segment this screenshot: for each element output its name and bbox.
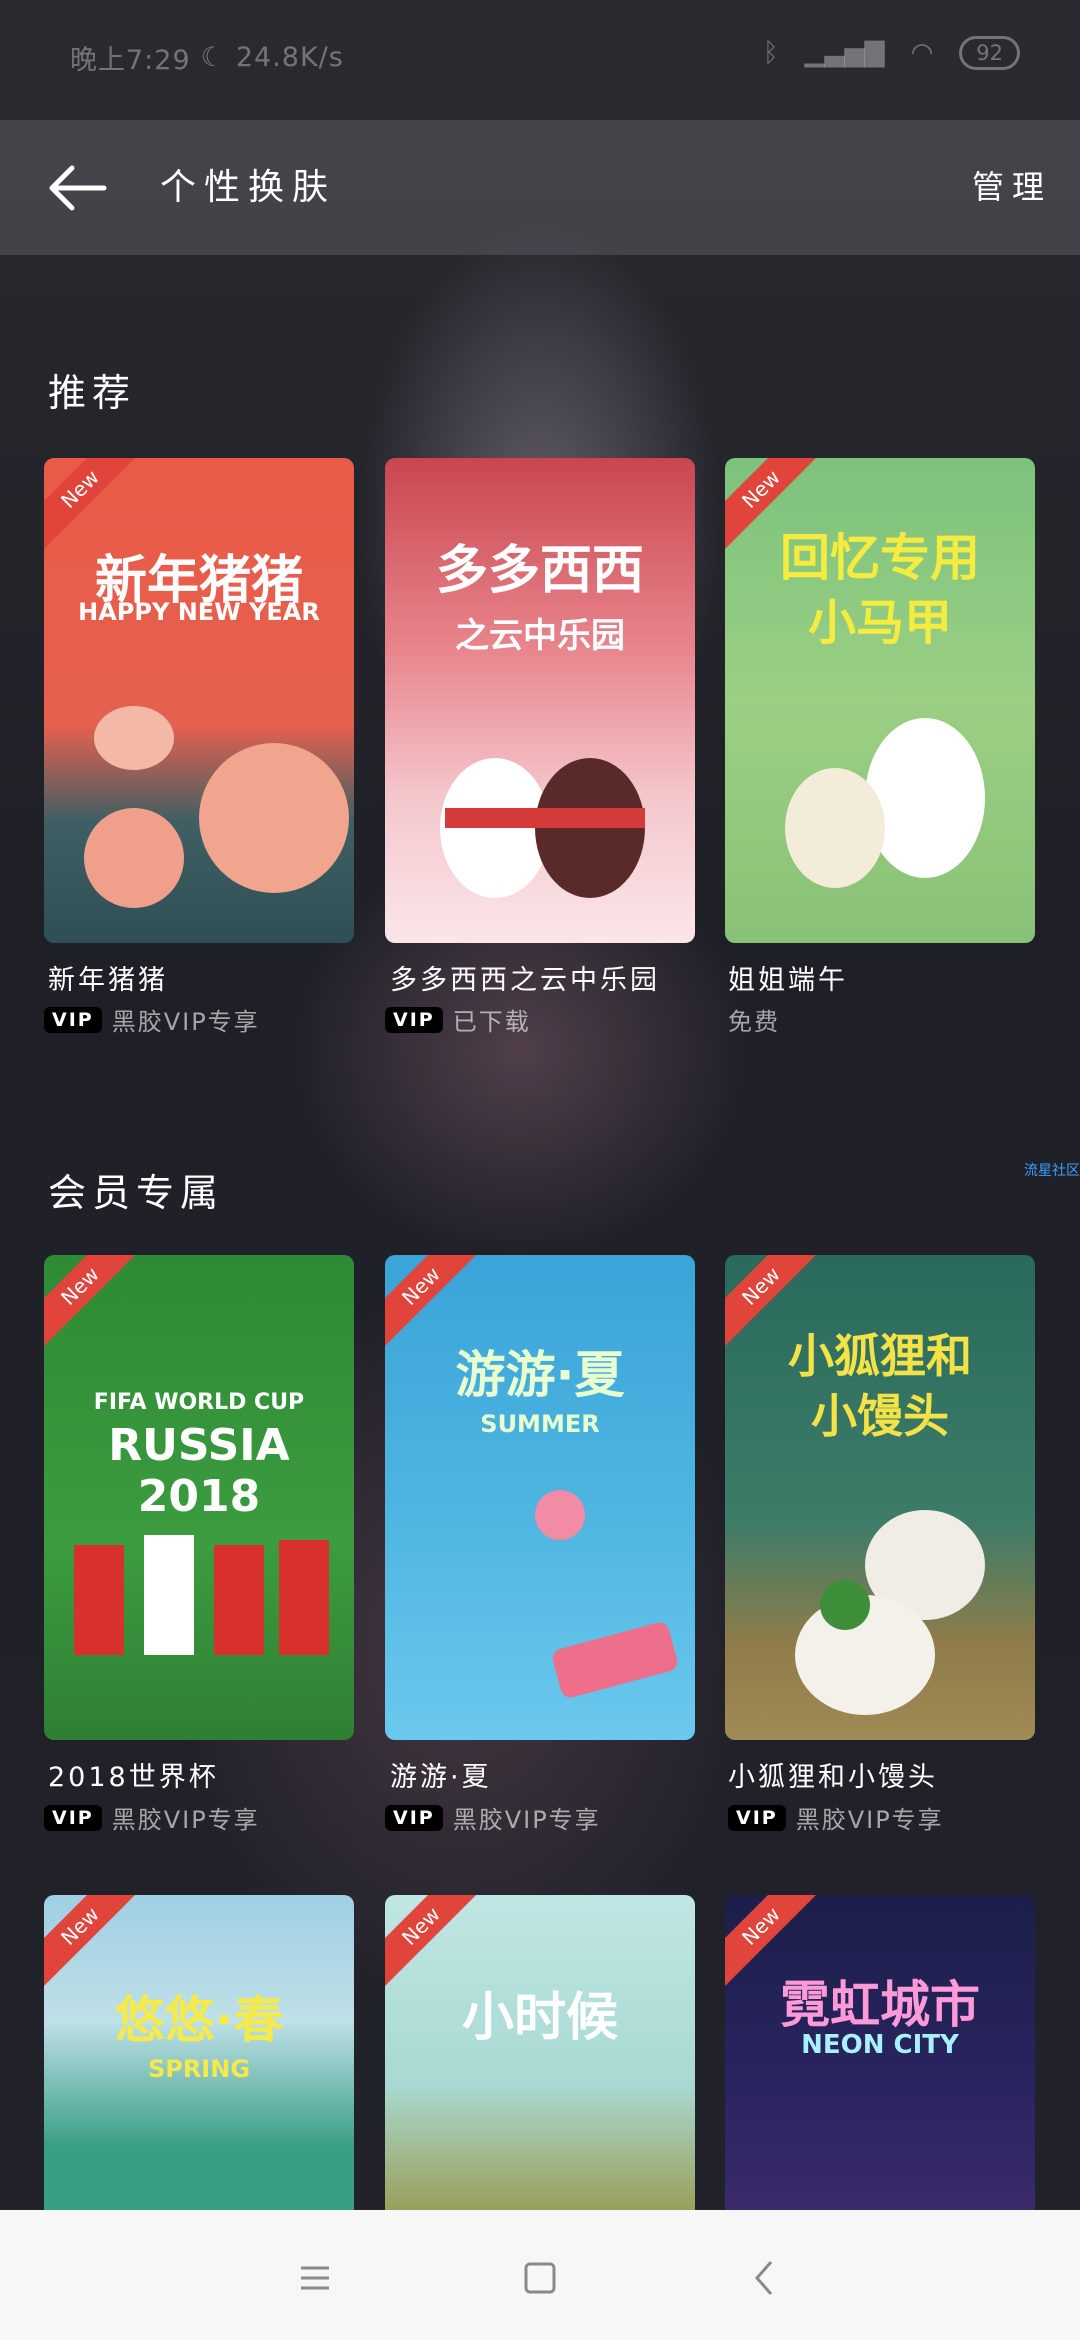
status-time: 晚上7:29 (70, 45, 191, 76)
card-subtitle: SPRING (147, 2055, 251, 2083)
theme-card-fox-mantou[interactable]: New 小狐狸和 小馒头 (725, 1255, 1035, 1740)
vip-badge: VIP (44, 1006, 102, 1033)
deer-illustration (440, 758, 645, 898)
theme-name: 新年猪猪 (48, 965, 168, 996)
card-title: 小时候 (461, 1988, 618, 2048)
theme-status: 黑胶VIP专享 (111, 1806, 260, 1834)
card-subtitle: 小馒头 (811, 1389, 949, 1443)
system-navigation-bar (0, 2210, 1080, 2340)
theme-card-neon-city[interactable]: New 霓虹城市 NEON CITY (725, 1895, 1035, 2210)
manage-button[interactable]: 管理 (972, 162, 1052, 208)
net-speed: 24.8K/s (235, 42, 344, 73)
theme-name: 2018世界杯 (48, 1762, 219, 1793)
theme-status-row: VIP 黑胶VIP专享 (44, 1002, 260, 1037)
card-title: 霓虹城市 (780, 1976, 980, 2034)
new-ribbon: New (44, 458, 142, 551)
new-ribbon: New (385, 1895, 483, 1988)
theme-name: 姐姐端午 (728, 965, 848, 996)
section-title-vip: 会员专属 (48, 1171, 225, 1215)
theme-status: 黑胶VIP专享 (795, 1806, 944, 1834)
back-icon[interactable] (735, 2248, 795, 2308)
battery-indicator: 92 (959, 36, 1020, 70)
theme-card-spring[interactable]: New 悠悠·春 SPRING (44, 1895, 354, 2210)
card-subtitle: 之云中乐园 (455, 616, 625, 656)
card-title: FIFA WORLD CUP (93, 1390, 305, 1415)
page-title: 个性换肤 (160, 167, 337, 208)
back-arrow-icon[interactable] (46, 158, 110, 218)
theme-card-childhood[interactable]: New 小时候 (385, 1895, 695, 2210)
pig-illustration (84, 706, 349, 908)
theme-name: 游游·夏 (390, 1762, 492, 1793)
theme-card-duoduo-xixi[interactable]: 多多西西 之云中乐园 (385, 458, 695, 943)
pool-illustration (535, 1490, 678, 1698)
wifi-icon: ◠ (910, 38, 934, 68)
signal-icon: ▁▃▅▇ (804, 38, 885, 68)
theme-status: 黑胶VIP专享 (452, 1806, 601, 1834)
card-title: 多多西西 (435, 541, 644, 601)
theme-status-row: VIP 已下载 (385, 1002, 531, 1037)
theme-status: 免费 (728, 1008, 780, 1036)
card-subtitle: NEON CITY (801, 2030, 959, 2060)
moon-icon: ☾ (200, 42, 226, 73)
community-link[interactable]: 流星社区 (1024, 1160, 1080, 1180)
theme-status-row: VIP 黑胶VIP专享 (385, 1800, 601, 1835)
new-ribbon: New (385, 1255, 483, 1348)
card-title: 游游·夏 (455, 1346, 625, 1404)
bluetooth-icon: ᛒ (762, 38, 779, 68)
players-illustration (74, 1535, 329, 1655)
status-bar: 晚上7:29 ☾ 24.8K/s ᛒ ▁▃▅▇ ◠ 92 (0, 0, 1080, 120)
card-title: 回忆专用 (780, 529, 980, 587)
app-bar: 个性换肤 管理 (0, 120, 1080, 255)
theme-card-new-year-pig[interactable]: New 新年猪猪 HAPPY NEW YEAR (44, 458, 354, 943)
home-icon[interactable] (510, 2248, 570, 2308)
card-title: 悠悠·春 (114, 1991, 284, 2049)
theme-card-summer[interactable]: New 游游·夏 SUMMER (385, 1255, 695, 1740)
cats-illustration (795, 1510, 985, 1715)
theme-status-row: VIP 黑胶VIP专享 (44, 1800, 260, 1835)
new-ribbon: New (44, 1895, 142, 1988)
theme-name: 小狐狸和小馒头 (728, 1762, 938, 1793)
menu-icon[interactable] (285, 2248, 345, 2308)
theme-status-row: VIP 黑胶VIP专享 (728, 1800, 944, 1835)
card-subtitle: SUMMER (480, 1410, 600, 1438)
theme-status: 黑胶VIP专享 (111, 1008, 260, 1036)
theme-card-memory[interactable]: New 回忆专用 小马甲 (725, 458, 1035, 943)
vip-badge: VIP (44, 1804, 102, 1831)
theme-status-row: 免费 (728, 1002, 780, 1037)
cat-illustration (785, 718, 985, 888)
section-title-recommended: 推荐 (48, 371, 137, 415)
theme-card-world-cup[interactable]: New FIFA WORLD CUP RUSSIA 2018 (44, 1255, 354, 1740)
theme-name: 多多西西之云中乐园 (390, 965, 660, 996)
new-ribbon: New (44, 1255, 142, 1348)
vip-badge: VIP (728, 1804, 786, 1831)
vip-badge: VIP (385, 1006, 443, 1033)
theme-status: 已下载 (452, 1008, 531, 1036)
card-subtitle: 小马甲 (807, 595, 952, 651)
card-subtitle: HAPPY NEW YEAR (78, 598, 320, 626)
card-title: 小狐狸和 (788, 1329, 972, 1383)
vip-badge: VIP (385, 1804, 443, 1831)
